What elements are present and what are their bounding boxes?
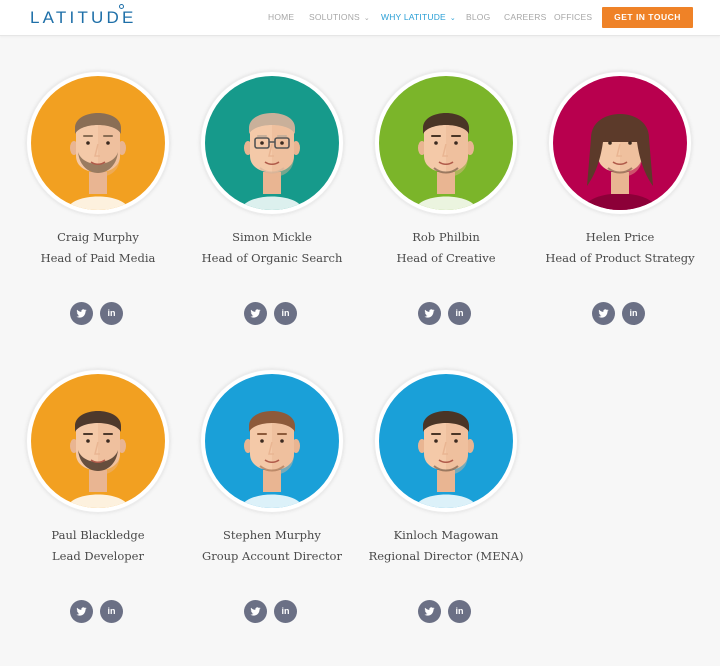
avatar	[205, 76, 339, 210]
team-member-card: Helen Price Head of Product Strategy in	[535, 70, 705, 330]
team-member-card: Rob Philbin Head of Creative in	[361, 70, 531, 330]
avatar-frame	[199, 70, 345, 216]
avatar-frame	[199, 368, 345, 514]
member-name: Paul Blackledge	[51, 528, 145, 542]
member-name: Stephen Murphy	[223, 528, 321, 542]
avatar-frame	[373, 368, 519, 514]
linkedin-icon: in	[629, 308, 638, 318]
member-role: Head of Product Strategy	[545, 251, 695, 265]
nav-why-latitude[interactable]: WHY LATITUDE ⌄	[381, 12, 456, 22]
twitter-button[interactable]	[244, 302, 267, 325]
linkedin-icon: in	[107, 606, 116, 616]
nav-home[interactable]: HOME	[268, 12, 294, 22]
linkedin-button[interactable]: in	[448, 302, 471, 325]
nav-solutions-label: SOLUTIONS	[309, 12, 360, 22]
avatar	[553, 76, 687, 210]
twitter-icon	[250, 607, 261, 616]
team-member-card: Paul Blackledge Lead Developer in	[13, 368, 183, 628]
twitter-icon	[424, 607, 435, 616]
linkedin-button[interactable]: in	[274, 302, 297, 325]
linkedin-button[interactable]: in	[100, 302, 123, 325]
logo-mark-icon	[119, 4, 124, 9]
avatar-frame	[25, 368, 171, 514]
nav-careers[interactable]: CAREERS	[504, 12, 547, 22]
avatar-frame	[547, 70, 693, 216]
twitter-icon	[76, 309, 87, 318]
site-header: LATITUDE HOME SOLUTIONS ⌄ WHY LATITUDE ⌄ B…	[0, 0, 720, 36]
avatar	[379, 76, 513, 210]
member-role: Regional Director (MENA)	[368, 549, 524, 563]
team-member-card: Craig Murphy Head of Paid Media in	[13, 70, 183, 330]
twitter-button[interactable]	[592, 302, 615, 325]
avatar-frame	[373, 70, 519, 216]
twitter-button[interactable]	[418, 302, 441, 325]
nav-offices[interactable]: OFFICES	[554, 12, 592, 22]
member-role: Lead Developer	[52, 549, 144, 563]
twitter-button[interactable]	[244, 600, 267, 623]
twitter-button[interactable]	[418, 600, 441, 623]
linkedin-button[interactable]: in	[100, 600, 123, 623]
avatar	[379, 374, 513, 508]
linkedin-icon: in	[455, 606, 464, 616]
member-name: Simon Mickle	[232, 230, 312, 244]
member-name: Rob Philbin	[412, 230, 480, 244]
twitter-button[interactable]	[70, 600, 93, 623]
linkedin-button[interactable]: in	[448, 600, 471, 623]
member-name: Kinloch Magowan	[393, 528, 499, 542]
nav-solutions[interactable]: SOLUTIONS ⌄	[309, 12, 370, 22]
member-role: Group Account Director	[202, 549, 342, 563]
linkedin-icon: in	[455, 308, 464, 318]
twitter-icon	[76, 607, 87, 616]
member-role: Head of Creative	[396, 251, 496, 265]
avatar-frame	[25, 70, 171, 216]
member-name: Craig Murphy	[57, 230, 139, 244]
linkedin-icon: in	[281, 308, 290, 318]
nav-why-latitude-label: WHY LATITUDE	[381, 12, 446, 22]
chevron-down-icon: ⌄	[363, 15, 370, 22]
twitter-icon	[424, 309, 435, 318]
team-member-card: Kinloch Magowan Regional Director (MENA)…	[361, 368, 531, 628]
linkedin-icon: in	[281, 606, 290, 616]
member-name: Helen Price	[585, 230, 655, 244]
chevron-down-icon: ⌄	[449, 15, 456, 22]
twitter-button[interactable]	[70, 302, 93, 325]
avatar	[31, 76, 165, 210]
linkedin-button[interactable]: in	[622, 302, 645, 325]
member-role: Head of Organic Search	[201, 251, 343, 265]
twitter-icon	[250, 309, 261, 318]
member-role: Head of Paid Media	[40, 251, 156, 265]
twitter-icon	[598, 309, 609, 318]
avatar	[31, 374, 165, 508]
linkedin-button[interactable]: in	[274, 600, 297, 623]
get-in-touch-button[interactable]: GET IN TOUCH	[602, 7, 693, 28]
avatar	[205, 374, 339, 508]
team-member-card: Stephen Murphy Group Account Director in	[187, 368, 357, 628]
team-member-card: Simon Mickle Head of Organic Search in	[187, 70, 357, 330]
nav-blog[interactable]: BLOG	[466, 12, 490, 22]
logo[interactable]: LATITUDE	[30, 8, 137, 28]
linkedin-icon: in	[107, 308, 116, 318]
